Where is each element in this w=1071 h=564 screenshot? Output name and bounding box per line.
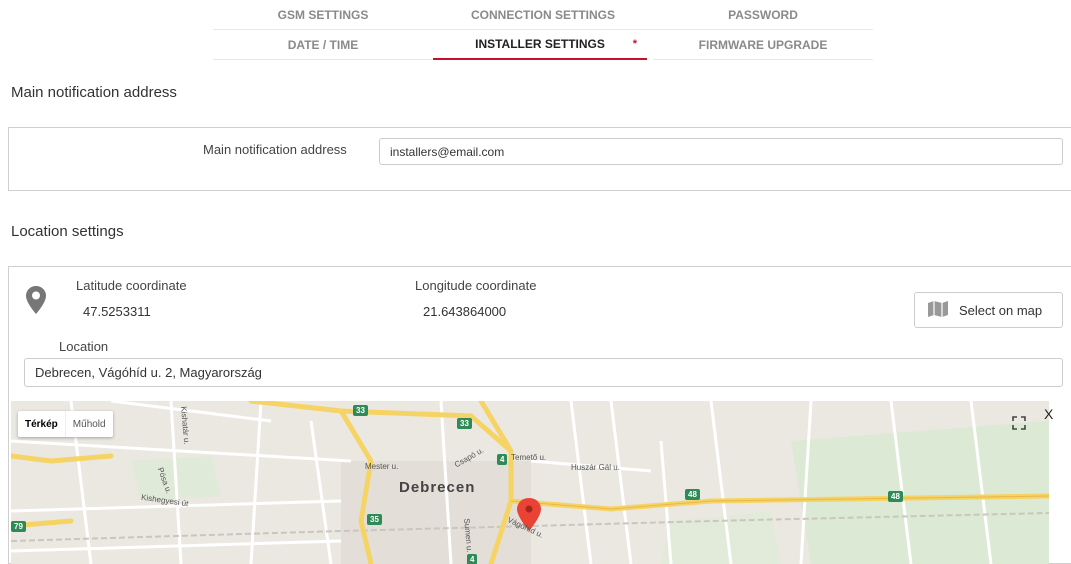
- road-badge: 79: [11, 521, 26, 532]
- modified-indicator: *: [632, 38, 637, 50]
- notification-section-title: Main notification address: [11, 84, 177, 101]
- road-badge: 48: [685, 489, 700, 500]
- street-label: Huszár Gál u.: [571, 463, 620, 472]
- street-label: Temető u.: [511, 453, 547, 462]
- street-label: Mester u.: [365, 462, 399, 471]
- tab-installer-settings-label: INSTALLER SETTINGS: [475, 37, 605, 51]
- map-type-control: Térkép Műhold: [18, 411, 113, 437]
- close-map-button[interactable]: X: [1044, 406, 1053, 422]
- map-type-map-button[interactable]: Térkép: [18, 411, 65, 437]
- latitude-label: Latitude coordinate: [76, 278, 187, 293]
- road-badge: 48: [888, 491, 903, 502]
- select-on-map-button[interactable]: Select on map: [914, 292, 1063, 328]
- map-type-satellite-button[interactable]: Műhold: [64, 411, 113, 437]
- location-map[interactable]: 33 33 4 35 4 48 48 79 Mester u. Csapó u.…: [11, 401, 1049, 564]
- tab-connection-settings[interactable]: CONNECTION SETTINGS: [433, 0, 653, 30]
- longitude-label: Longitude coordinate: [415, 278, 537, 293]
- select-on-map-label: Select on map: [959, 302, 1043, 318]
- tab-gsm-settings[interactable]: GSM SETTINGS: [213, 0, 433, 30]
- map-city-label: Debrecen: [399, 479, 476, 496]
- location-input[interactable]: Debrecen, Vágóhíd u. 2, Magyarország: [24, 358, 1063, 387]
- longitude-value: 21.643864000: [423, 304, 507, 319]
- settings-tabs: GSM SETTINGS CONNECTION SETTINGS PASSWOR…: [213, 0, 873, 60]
- notification-field-label: Main notification address: [203, 142, 347, 157]
- road-badge: 35: [367, 514, 382, 525]
- road-badge: 4: [467, 554, 478, 564]
- latitude-value: 47.5253311: [83, 304, 151, 319]
- location-section-title: Location settings: [11, 223, 124, 240]
- tab-password[interactable]: PASSWORD: [653, 0, 873, 30]
- notification-email-input[interactable]: installers@email.com: [379, 138, 1063, 165]
- tab-installer-settings[interactable]: INSTALLER SETTINGS *: [433, 30, 647, 60]
- road-badge: 33: [353, 405, 368, 416]
- location-label: Location: [59, 339, 109, 354]
- tab-date-time[interactable]: DATE / TIME: [213, 30, 433, 60]
- road-badge: 33: [457, 418, 472, 429]
- fullscreen-icon[interactable]: [1012, 416, 1026, 435]
- location-pin-icon: [25, 285, 47, 320]
- map-icon: [927, 300, 949, 321]
- road-badge: 4: [497, 454, 508, 465]
- notification-panel: Main notification address installers@ema…: [8, 127, 1071, 191]
- tab-firmware-upgrade[interactable]: FIRMWARE UPGRADE: [653, 30, 873, 60]
